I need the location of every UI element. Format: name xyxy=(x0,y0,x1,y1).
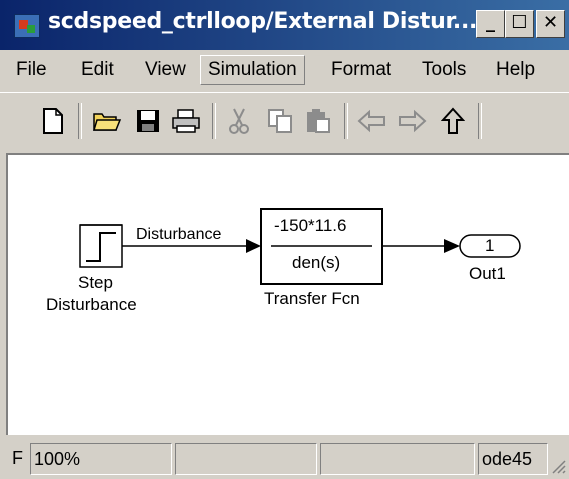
minimize-button[interactable]: _ xyxy=(476,10,505,38)
toolbar xyxy=(0,92,569,151)
window-title: scdspeed_ctrlloop/External Distur... xyxy=(48,9,478,34)
open-folder-icon[interactable] xyxy=(92,105,122,137)
title-bar: scdspeed_ctrlloop/External Distur... _ ☐… xyxy=(0,0,569,50)
transfer-numerator: -150*11.6 xyxy=(274,216,347,235)
copy-icon[interactable] xyxy=(265,105,295,137)
simulink-app-icon[interactable] xyxy=(14,14,40,38)
maximize-button[interactable]: ☐ xyxy=(505,10,534,38)
output-signal-line[interactable] xyxy=(382,239,460,253)
menu-tools[interactable]: Tools xyxy=(422,56,466,84)
step-block-label-line2: Disturbance xyxy=(46,295,137,314)
forward-arrow-icon[interactable] xyxy=(397,105,427,137)
transfer-denominator: den(s) xyxy=(292,253,341,272)
signal-label[interactable]: Disturbance xyxy=(136,226,221,244)
up-arrow-icon[interactable] xyxy=(438,105,468,137)
status-zoom: 100% xyxy=(30,443,172,475)
close-button[interactable]: ✕ xyxy=(536,10,565,38)
toolbar-separator xyxy=(344,103,348,139)
outport-number: 1 xyxy=(485,236,495,255)
status-left-cell: F xyxy=(12,448,23,468)
toolbar-separator xyxy=(478,103,482,139)
step-block[interactable] xyxy=(79,224,123,268)
cut-icon[interactable] xyxy=(224,105,254,137)
back-arrow-icon[interactable] xyxy=(357,105,387,137)
menu-format[interactable]: Format xyxy=(331,56,391,84)
status-bar: F 100% ode45 xyxy=(0,440,569,479)
transfer-fcn-label: Transfer Fcn xyxy=(264,289,360,308)
paste-icon[interactable] xyxy=(303,105,333,137)
new-file-icon[interactable] xyxy=(38,105,68,137)
menu-simulation[interactable]: Simulation xyxy=(200,55,305,85)
status-empty-cell-1 xyxy=(175,443,317,475)
toolbar-separator xyxy=(78,103,82,139)
menu-view[interactable]: View xyxy=(145,56,186,84)
step-block-label-line1: Step xyxy=(78,273,113,292)
outport-label: Out1 xyxy=(469,264,506,283)
status-solver: ode45 xyxy=(478,443,548,475)
menu-file[interactable]: File xyxy=(16,56,47,84)
print-icon[interactable] xyxy=(171,105,201,137)
toolbar-separator xyxy=(212,103,216,139)
resize-grip-icon[interactable] xyxy=(548,456,566,474)
model-canvas[interactable]: Step Disturbance Disturbance -150*11.6 d… xyxy=(6,153,569,435)
menu-bar: File Edit View Simulation Format Tools H… xyxy=(0,50,569,90)
status-empty-cell-2 xyxy=(320,443,475,475)
save-icon[interactable] xyxy=(133,105,163,137)
menu-help[interactable]: Help xyxy=(496,56,535,84)
menu-edit[interactable]: Edit xyxy=(81,56,114,84)
